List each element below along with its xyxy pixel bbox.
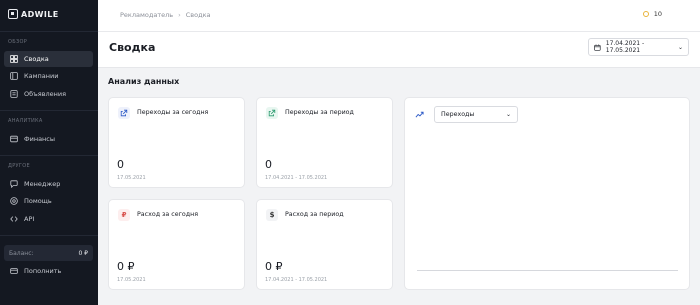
balance-box: Баланс: 0 ₽ [4, 245, 93, 261]
sidebar: ADWILE ОБЗОР Сводка Кампании Объявления … [0, 0, 98, 305]
sidebar-divider [0, 31, 98, 32]
sidebar-item-manager[interactable]: Менеджер [4, 176, 93, 192]
sidebar-divider [0, 235, 98, 236]
ads-icon [10, 90, 18, 98]
help-icon [10, 197, 18, 205]
external-link-icon [266, 107, 278, 119]
breadcrumb: Рекламодатель › Сводка [120, 11, 210, 19]
stat-card-value: 0 ₽ [265, 260, 283, 273]
stat-card-spend-period: $ Расход за период 0 ₽ 17.04.2021 - 17.0… [256, 199, 393, 290]
topbar: Рекламодатель › Сводка 10 [98, 0, 700, 32]
stat-card-value: 0 ₽ [117, 260, 135, 273]
breadcrumb-separator: › [178, 11, 181, 19]
chart-x-axis [417, 270, 678, 271]
sidebar-section-title: ОБЗОР [8, 39, 28, 45]
external-link-icon [118, 107, 130, 119]
page-title: Сводка [109, 41, 156, 54]
sidebar-section-title: АНАЛИТИКА [8, 118, 43, 124]
ruble-icon: ₽ [118, 209, 130, 221]
stat-card-date: 17.04.2021 - 17.05.2021 [265, 277, 328, 283]
trend-icon [413, 108, 425, 120]
chart-card: Переходы ⌄ [404, 97, 690, 290]
stat-card-clicks-today: Переходы за сегодня 0 17.05.2021 [108, 97, 245, 188]
topup-button[interactable]: Пополнить [4, 263, 93, 279]
sidebar-item-ads[interactable]: Объявления [4, 86, 93, 102]
section-title: Анализ данных [108, 77, 180, 86]
campaigns-icon [10, 72, 18, 80]
coins-count: 10 [653, 10, 662, 18]
stat-card-clicks-period: Переходы за период 0 17.04.2021 - 17.05.… [256, 97, 393, 188]
coin-icon [642, 11, 649, 17]
date-range-value: 17.04.2021 - 17.05.2021 [605, 40, 645, 54]
logo-text: ADWILE [21, 9, 59, 19]
topup-label: Пополнить [24, 267, 62, 275]
coins-indicator[interactable]: 10 [642, 10, 662, 18]
balance-value: 0 ₽ [78, 249, 88, 257]
chevron-down-icon: ⌄ [505, 111, 511, 118]
logo[interactable]: ADWILE [8, 9, 59, 19]
sidebar-item-summary[interactable]: Сводка [4, 51, 93, 67]
date-range-picker[interactable]: 17.04.2021 - 17.05.2021 ⌄ [588, 38, 689, 56]
logo-icon [8, 9, 18, 19]
stat-card-label: Расход за период [285, 211, 344, 218]
sidebar-item-label: Финансы [24, 135, 56, 143]
breadcrumb-summary: Сводка [185, 11, 211, 19]
stat-card-date: 17.04.2021 - 17.05.2021 [265, 175, 328, 181]
wallet-icon [10, 135, 18, 143]
calendar-icon [594, 43, 601, 51]
breadcrumb-advertiser[interactable]: Рекламодатель [120, 11, 173, 19]
page-header: Сводка 17.04.2021 - 17.05.2021 ⌄ [98, 32, 700, 68]
sidebar-item-api[interactable]: API [4, 211, 93, 227]
sidebar-section-title: ДРУГОЕ [8, 163, 30, 169]
sidebar-item-campaigns[interactable]: Кампании [4, 68, 93, 84]
code-icon [10, 215, 18, 223]
sidebar-item-label: Кампании [24, 72, 59, 80]
stat-card-label: Переходы за период [285, 109, 354, 116]
stat-card-label: Переходы за сегодня [137, 109, 209, 116]
sidebar-item-label: API [24, 215, 35, 223]
stat-card-date: 17.05.2021 [117, 175, 146, 181]
stat-card-spend-today: ₽ Расход за сегодня 0 ₽ 17.05.2021 [108, 199, 245, 290]
stat-card-date: 17.05.2021 [117, 277, 146, 283]
sidebar-item-label: Объявления [24, 90, 66, 98]
chat-icon [10, 180, 18, 188]
sidebar-divider [0, 110, 98, 111]
sidebar-divider [0, 155, 98, 156]
stat-card-value: 0 [117, 158, 124, 171]
sidebar-item-help[interactable]: Помощь [4, 193, 93, 209]
card-icon [10, 267, 18, 275]
dollar-icon: $ [266, 209, 278, 221]
chart-metric-value: Переходы [441, 111, 475, 118]
balance-label: Баланс: [9, 249, 34, 257]
sidebar-item-label: Менеджер [24, 180, 61, 188]
stat-card-label: Расход за сегодня [137, 211, 199, 218]
chevron-down-icon: ⌄ [677, 43, 683, 51]
sidebar-item-label: Сводка [24, 55, 49, 63]
stat-card-value: 0 [265, 158, 272, 171]
sidebar-item-finance[interactable]: Финансы [4, 131, 93, 147]
sidebar-item-label: Помощь [24, 197, 52, 205]
dashboard-icon [10, 55, 18, 63]
chart-metric-select[interactable]: Переходы ⌄ [434, 106, 518, 123]
